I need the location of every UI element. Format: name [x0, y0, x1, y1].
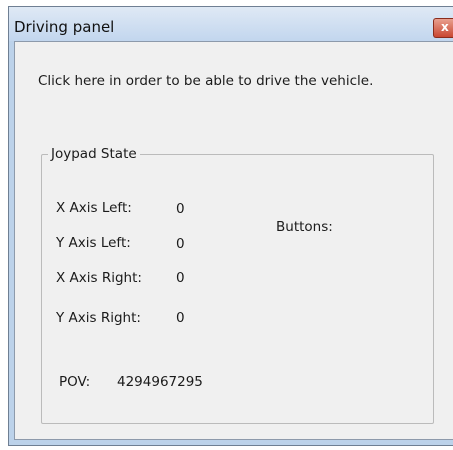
- x-axis-right-value: 0: [176, 270, 185, 286]
- close-icon: x: [441, 20, 449, 34]
- drive-vehicle-link[interactable]: Click here in order to be able to drive …: [38, 73, 373, 89]
- x-axis-left-value: 0: [176, 201, 185, 217]
- client-area: Click here in order to be able to drive …: [14, 41, 453, 440]
- x-axis-right-label: X Axis Right:: [56, 270, 142, 286]
- title-bar[interactable]: Driving panel x: [9, 7, 453, 41]
- driving-panel-window: Driving panel x Click here in order to b…: [8, 6, 453, 446]
- y-axis-left-label: Y Axis Left:: [56, 235, 131, 251]
- joypad-state-label: Joypad State: [48, 146, 140, 162]
- buttons-label: Buttons:: [276, 219, 333, 235]
- y-axis-left-value: 0: [176, 236, 185, 252]
- pov-value: 4294967295: [117, 374, 203, 390]
- x-axis-left-label: X Axis Left:: [56, 200, 132, 216]
- window-title: Driving panel: [14, 18, 115, 36]
- joypad-state-group: [41, 154, 434, 424]
- y-axis-right-value: 0: [176, 310, 185, 326]
- y-axis-right-label: Y Axis Right:: [56, 310, 141, 326]
- close-button[interactable]: x: [433, 18, 453, 38]
- pov-label: POV:: [59, 374, 91, 390]
